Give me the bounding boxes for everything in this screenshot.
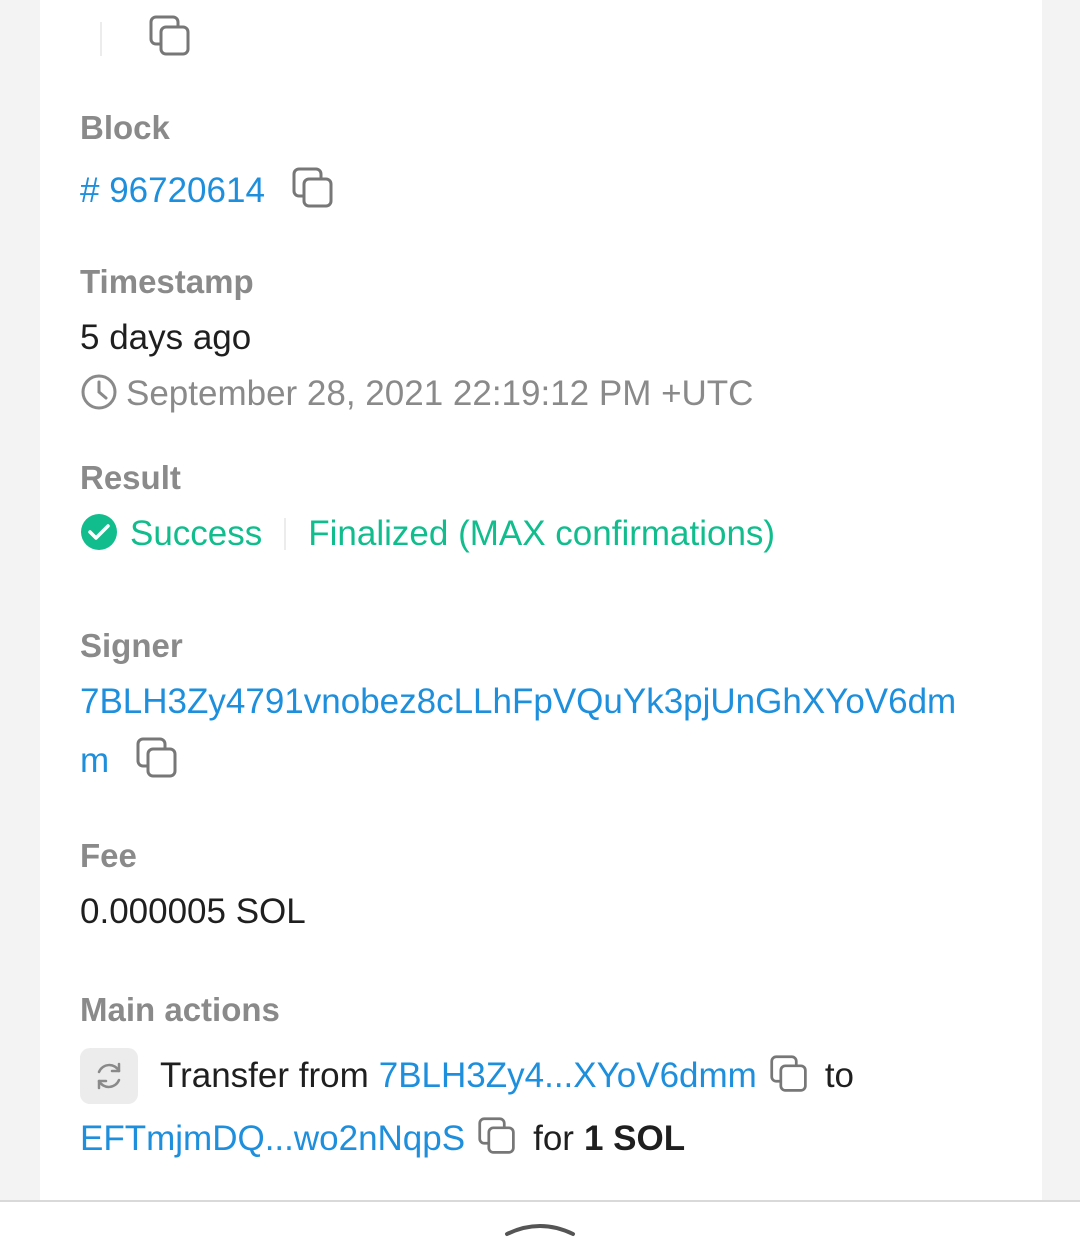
to-word: to xyxy=(824,1056,855,1095)
divider xyxy=(284,518,287,550)
copy-icon[interactable] xyxy=(291,166,335,215)
transaction-details-page: Block # 96720614 Timestamp 5 days ago Se… xyxy=(0,0,1080,1255)
result-section: Result Success Finalized (MAX confirmati… xyxy=(80,458,775,556)
result-label: Result xyxy=(80,459,181,496)
bottom-bar xyxy=(0,1200,1080,1255)
chevron-up-icon[interactable] xyxy=(503,1214,577,1245)
timestamp-section: Timestamp 5 days ago September 28, 2021 … xyxy=(80,262,753,416)
refresh-icon xyxy=(80,1048,138,1104)
block-label: Block xyxy=(80,109,170,146)
timestamp-relative: 5 days ago xyxy=(80,318,252,357)
signer-address-link[interactable]: 7BLH3Zy4791vnobez8cLLhFpVQuYk3pjUnGhXYoV… xyxy=(80,680,956,724)
copy-icon[interactable] xyxy=(477,1116,517,1161)
previous-field-row xyxy=(80,14,192,63)
to-address-link[interactable]: EFTmjmDQ...wo2nNqpS xyxy=(80,1117,465,1161)
divider xyxy=(100,21,102,56)
transfer-prefix: Transfer from xyxy=(160,1056,369,1095)
signer-label: Signer xyxy=(80,627,183,664)
fee-value: 0.000005 SOL xyxy=(80,892,306,931)
confirmation-status: Finalized (MAX confirmations) xyxy=(308,514,776,553)
main-actions-section: Main actions Transfer from 7BLH3Zy4...XY… xyxy=(80,990,854,1161)
copy-icon[interactable] xyxy=(148,14,192,63)
transfer-amount: 1 SOL xyxy=(583,1118,686,1158)
from-address-link[interactable]: 7BLH3Zy4...XYoV6dmm xyxy=(379,1054,757,1098)
timestamp-label: Timestamp xyxy=(80,263,254,300)
main-actions-label: Main actions xyxy=(80,991,280,1028)
fee-label: Fee xyxy=(80,837,137,874)
block-number-link[interactable]: # 96720614 xyxy=(80,169,265,213)
copy-icon[interactable] xyxy=(769,1054,809,1099)
for-word: for xyxy=(533,1118,574,1158)
timestamp-absolute: September 28, 2021 22:19:12 PM +UTC xyxy=(126,374,754,413)
block-section: Block # 96720614 xyxy=(80,108,335,215)
copy-icon[interactable] xyxy=(135,736,179,785)
signer-address-link-continued[interactable]: m xyxy=(80,739,109,783)
fee-section: Fee 0.000005 SOL xyxy=(80,836,306,934)
clock-icon xyxy=(80,373,118,416)
signer-section: Signer 7BLH3Zy4791vnobez8cLLhFpVQuYk3pjU… xyxy=(80,626,956,785)
check-circle-icon xyxy=(80,513,118,556)
details-card: Block # 96720614 Timestamp 5 days ago Se… xyxy=(40,0,1042,1200)
status-success: Success xyxy=(130,514,263,553)
